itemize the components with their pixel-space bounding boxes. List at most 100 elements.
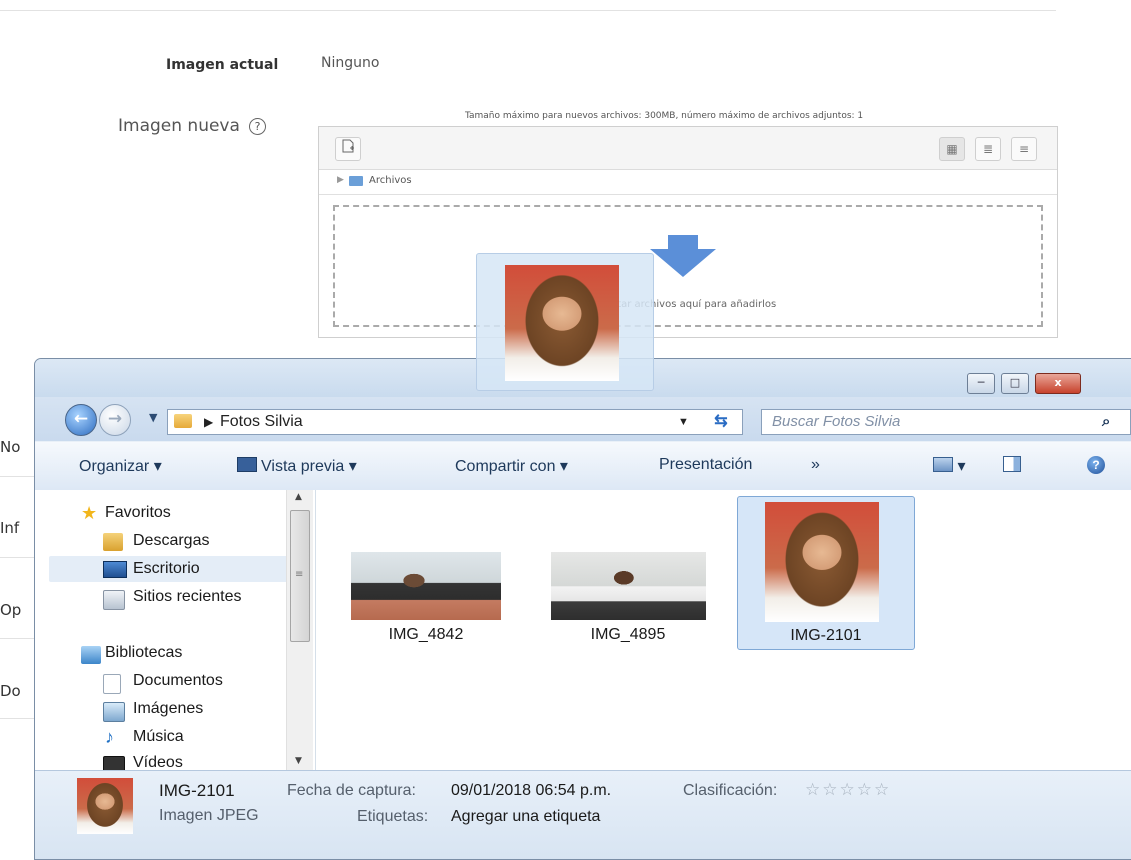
documents-icon bbox=[103, 674, 121, 694]
details-file-type: Imagen JPEG bbox=[159, 807, 259, 824]
explorer-window: ─ □ x ← → ▼ ▶ Fotos Silvia ▼ ⇆ Buscar Fo… bbox=[34, 358, 1131, 860]
command-bar: Organizar ▾ Vista previa ▾ Compartir con… bbox=[35, 441, 1131, 491]
file-list: IMG_4842 IMG_4895 IMG-2101 bbox=[316, 490, 1131, 770]
nav-item-images[interactable]: Imágenes bbox=[133, 696, 203, 722]
more-button[interactable]: » bbox=[811, 456, 820, 474]
nav-item-favorites[interactable]: Favoritos bbox=[105, 500, 171, 526]
nav-item-desktop: Escritorio bbox=[133, 560, 200, 577]
current-image-label: Imagen actual bbox=[166, 57, 279, 73]
minimize-button[interactable]: ─ bbox=[967, 373, 995, 394]
help-button[interactable]: ? bbox=[1087, 456, 1105, 474]
address-dropdown-icon[interactable]: ▼ bbox=[678, 410, 689, 434]
history-dropdown-icon[interactable]: ▼ bbox=[149, 411, 157, 424]
help-icon: ? bbox=[1087, 456, 1105, 474]
share-label: Compartir con bbox=[455, 458, 556, 475]
details-file-name: IMG-2101 bbox=[159, 781, 235, 800]
address-bar[interactable]: ▶ Fotos Silvia ▼ ⇆ bbox=[167, 409, 743, 435]
tags-label: Etiquetas: bbox=[357, 808, 429, 825]
form-divider bbox=[0, 476, 34, 477]
grip-icon: ≡ bbox=[295, 569, 304, 580]
filepicker-toolbar: ▦ ≣ ≡ bbox=[319, 127, 1057, 170]
nav-scrollbar[interactable]: ▲ ≡ ▼ bbox=[286, 490, 313, 770]
address-row: ← → ▼ ▶ Fotos Silvia ▼ ⇆ Buscar Fotos Si… bbox=[35, 397, 1131, 441]
scroll-down-icon[interactable]: ▼ bbox=[295, 756, 302, 766]
preview-pane-icon bbox=[1003, 456, 1021, 472]
nav-item-videos[interactable]: Vídeos bbox=[133, 750, 183, 770]
capture-date-label: Fecha de captura: bbox=[287, 782, 416, 799]
scroll-up-icon[interactable]: ▲ bbox=[295, 492, 302, 502]
folder-icon bbox=[174, 414, 192, 428]
desktop-icon bbox=[103, 561, 127, 578]
refresh-icon[interactable]: ⇆ bbox=[704, 410, 738, 434]
view-tree-button[interactable]: ≡ bbox=[1011, 137, 1037, 161]
drag-ghost bbox=[476, 253, 654, 391]
maximize-button[interactable]: □ bbox=[1001, 373, 1029, 394]
nav-item-documents[interactable]: Documentos bbox=[133, 668, 223, 694]
slideshow-button[interactable]: Presentación bbox=[659, 456, 752, 474]
nav-item-recent[interactable]: Sitios recientes bbox=[133, 584, 242, 610]
add-file-icon bbox=[342, 139, 354, 153]
view-icon bbox=[933, 457, 953, 472]
file-limits-text: Tamaño máximo para nuevos archivos: 300M… bbox=[465, 111, 864, 121]
truncated-label-4: Do bbox=[0, 682, 21, 700]
rating-stars[interactable]: ☆☆☆☆☆ bbox=[805, 780, 891, 800]
change-view-button[interactable]: ▾ bbox=[933, 456, 965, 476]
rating-label: Clasificación: bbox=[683, 782, 778, 799]
search-icon[interactable]: ⌕ bbox=[1102, 410, 1110, 434]
preview-icon bbox=[237, 457, 257, 472]
form-divider bbox=[0, 638, 34, 639]
add-file-button[interactable] bbox=[335, 137, 361, 161]
search-field[interactable]: Buscar Fotos Silvia ⌕ bbox=[761, 409, 1131, 435]
breadcrumb-folder[interactable]: Fotos Silvia bbox=[220, 410, 303, 434]
file-name: IMG_4895 bbox=[590, 626, 666, 643]
search-input[interactable]: Buscar Fotos Silvia bbox=[772, 410, 900, 434]
file-item[interactable]: IMG_4842 bbox=[346, 550, 506, 643]
thumbnail-image bbox=[551, 552, 706, 620]
form-divider bbox=[0, 718, 34, 719]
thumbnail-image bbox=[351, 552, 501, 620]
file-item[interactable]: IMG_4895 bbox=[548, 550, 708, 643]
folder-icon bbox=[349, 176, 363, 186]
nav-item-downloads[interactable]: Descargas bbox=[133, 528, 209, 554]
question-circle-icon[interactable]: ? bbox=[249, 118, 266, 135]
arrow-down-icon bbox=[650, 235, 716, 277]
details-thumbnail bbox=[77, 778, 133, 834]
preview-pane-button[interactable] bbox=[1003, 456, 1021, 475]
file-name: IMG-2101 bbox=[790, 627, 862, 644]
capture-date-value[interactable]: 09/01/2018 06:54 p.m. bbox=[451, 782, 611, 800]
downloads-icon bbox=[103, 533, 123, 551]
file-name: IMG_4842 bbox=[388, 626, 464, 643]
scroll-thumb[interactable]: ≡ bbox=[290, 510, 310, 642]
nav-item-desktop-row[interactable]: Escritorio bbox=[49, 556, 289, 582]
share-menu[interactable]: Compartir con ▾ bbox=[455, 456, 568, 476]
nav-item-libraries[interactable]: Bibliotecas bbox=[105, 640, 182, 666]
new-image-label: Imagen nueva bbox=[118, 116, 240, 136]
back-button[interactable]: ← bbox=[65, 404, 97, 436]
breadcrumb-arrow-icon[interactable]: ▶ bbox=[204, 410, 213, 434]
form-divider bbox=[0, 557, 34, 558]
current-image-value: Ninguno bbox=[321, 55, 380, 71]
organize-menu[interactable]: Organizar ▾ bbox=[79, 456, 162, 476]
filepicker: ▦ ≣ ≡ ▶ Archivos Puede arrastrar y solta… bbox=[318, 126, 1058, 338]
thumbnail-image bbox=[765, 502, 879, 622]
expand-triangle-icon[interactable]: ▶ bbox=[337, 175, 344, 185]
view-list-button[interactable]: ≣ bbox=[975, 137, 1001, 161]
recent-places-icon bbox=[103, 590, 125, 610]
close-button[interactable]: x bbox=[1035, 373, 1081, 394]
view-icons-button[interactable]: ▦ bbox=[939, 137, 965, 161]
path-folder-label[interactable]: Archivos bbox=[369, 175, 412, 186]
filepicker-path: ▶ Archivos bbox=[319, 170, 1057, 195]
drag-ghost-image bbox=[505, 265, 619, 381]
forward-button[interactable]: → bbox=[99, 404, 131, 436]
truncated-label-1: No bbox=[0, 438, 21, 456]
new-image-label-group: Imagen nueva ? bbox=[118, 116, 266, 136]
preview-menu[interactable]: Vista previa ▾ bbox=[237, 456, 357, 476]
tags-value[interactable]: Agregar una etiqueta bbox=[451, 808, 600, 826]
pictures-icon bbox=[103, 702, 125, 722]
top-divider bbox=[0, 10, 1056, 11]
nav-item-music[interactable]: Música bbox=[133, 724, 184, 750]
music-icon: ♪ bbox=[105, 727, 114, 747]
details-pane: IMG-2101 Imagen JPEG Fecha de captura: 0… bbox=[35, 770, 1131, 859]
file-item-selected[interactable]: IMG-2101 bbox=[737, 496, 915, 650]
libraries-icon bbox=[81, 646, 101, 664]
